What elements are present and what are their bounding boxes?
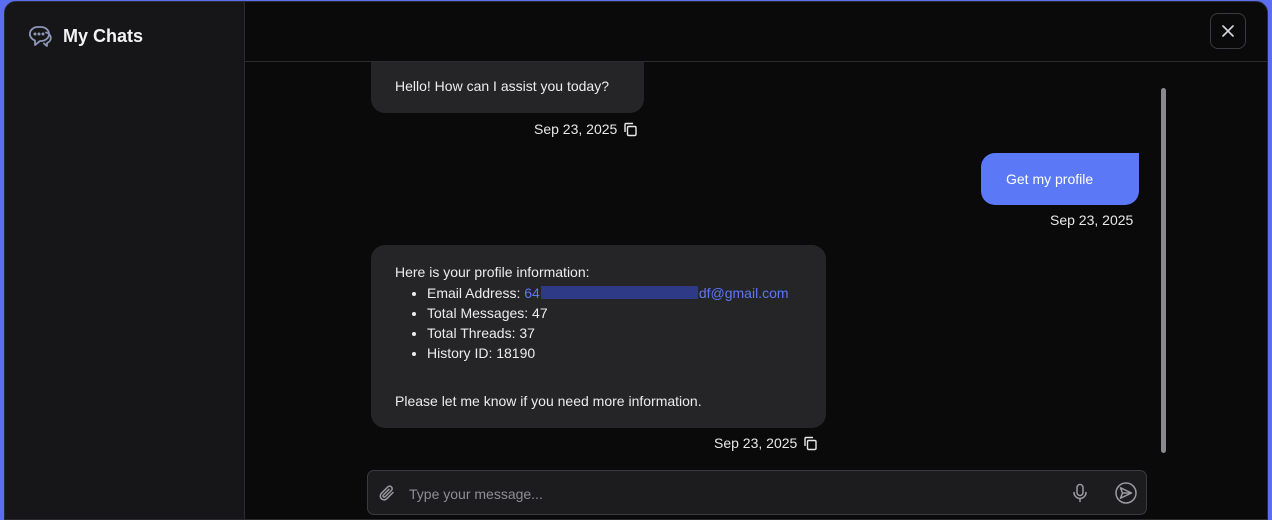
sidebar-title: My Chats	[63, 25, 144, 46]
email-label: Email Address:	[427, 285, 525, 301]
close-icon	[1221, 24, 1235, 38]
message-timestamp: Sep 23, 2025	[534, 121, 638, 137]
list-item: History ID: 18190	[427, 343, 789, 363]
list-item-email: Email Address: 64 df@gmail.com	[427, 283, 789, 303]
message-composer	[367, 470, 1147, 515]
message-intro: Here is your profile information:	[395, 264, 590, 280]
sidebar-header: My Chats	[27, 24, 143, 48]
send-icon[interactable]	[1115, 482, 1137, 504]
message-list[interactable]: Hello! How can I assist you today? Sep 2…	[244, 62, 1267, 519]
user-message: Get my profile	[981, 153, 1139, 205]
sidebar: My Chats	[5, 2, 245, 519]
timestamp-text: Sep 23, 2025	[534, 121, 618, 137]
timestamp-text: Sep 23, 2025	[714, 435, 798, 451]
assistant-message: Hello! How can I assist you today?	[371, 62, 644, 113]
email-prefix: 64	[524, 285, 540, 301]
chat-header	[244, 2, 1267, 62]
list-item: Total Threads: 37	[427, 323, 789, 343]
close-button[interactable]	[1210, 13, 1246, 49]
message-timestamp: Sep 23, 2025	[1050, 212, 1133, 228]
chat-window: My Chats Hello! How can I assist you tod…	[4, 1, 1268, 520]
microphone-icon[interactable]	[1071, 483, 1089, 503]
profile-list: Email Address: 64 df@gmail.com Total Mess…	[395, 283, 789, 363]
email-suffix: df@gmail.com	[698, 285, 789, 301]
message-outro: Please let me know if you need more info…	[395, 393, 702, 409]
chat-bubbles-icon	[27, 24, 53, 48]
timestamp-text: Sep 23, 2025	[1050, 212, 1134, 228]
copy-icon[interactable]	[623, 122, 638, 137]
scrollbar[interactable]	[1161, 88, 1166, 453]
message-text: Get my profile	[1006, 171, 1094, 187]
message-timestamp: Sep 23, 2025	[714, 435, 818, 451]
email-link[interactable]: 64 df@gmail.com	[524, 285, 788, 301]
paperclip-icon[interactable]	[378, 484, 396, 502]
assistant-message: Here is your profile information: Email …	[371, 245, 826, 428]
message-input[interactable]	[407, 482, 1031, 506]
redaction-bar	[540, 286, 698, 299]
copy-icon[interactable]	[803, 436, 818, 451]
list-item: Total Messages: 47	[427, 303, 789, 323]
message-text: Hello! How can I assist you today?	[395, 78, 609, 94]
